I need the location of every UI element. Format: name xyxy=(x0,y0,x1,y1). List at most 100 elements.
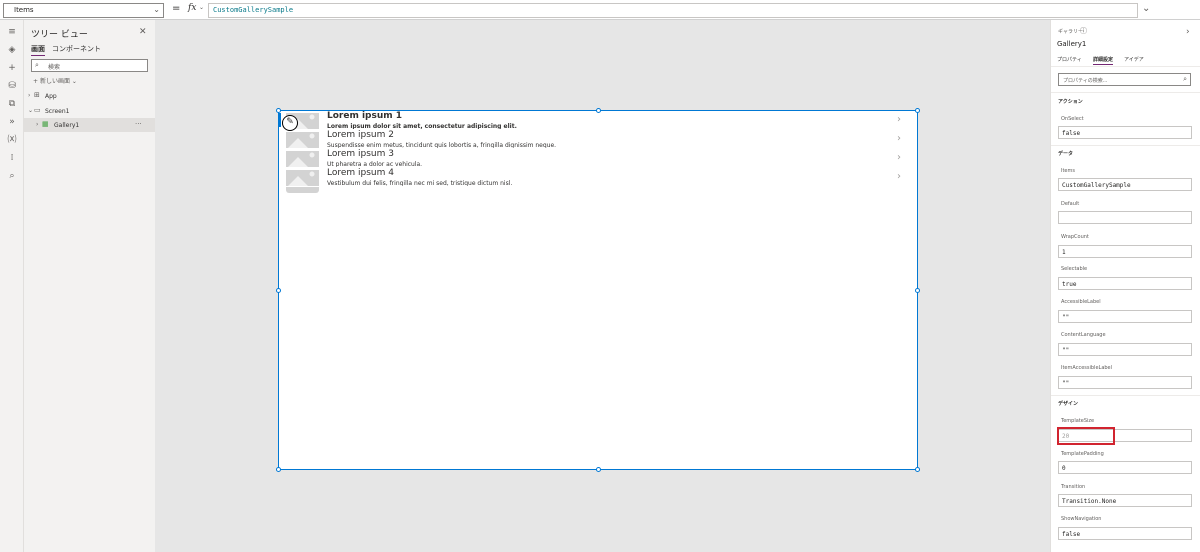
search-icon: ⌕ xyxy=(1183,75,1187,83)
tree-search-input[interactable]: ⌕ 検索 xyxy=(31,59,148,72)
plus-icon[interactable]: + xyxy=(6,62,18,74)
shownavigation-value: false xyxy=(1062,531,1081,538)
selectable-field[interactable]: true xyxy=(1058,277,1192,290)
label-contentlanguage: ContentLanguage xyxy=(1061,332,1106,338)
gallery-item[interactable]: Lorem ipsum 4 Vestibulum dui felis, frin… xyxy=(279,168,917,187)
property-dropdown-value: Items xyxy=(14,6,34,14)
accessiblelabel-field[interactable]: "" xyxy=(1058,310,1192,323)
gallery-item-title: Lorem ipsum 3 xyxy=(327,149,394,159)
label-onselect: OnSelect xyxy=(1061,116,1084,122)
chevron-right-icon[interactable]: › xyxy=(897,152,901,163)
gallery-item[interactable]: Lorem ipsum 2 Suspendisse enim metus, ti… xyxy=(279,130,917,149)
hamburger-menu-icon[interactable]: ≡ xyxy=(6,26,18,38)
gallery-item-subtitle: Suspendisse enim metus, tincidunt quis l… xyxy=(327,142,557,148)
contentlanguage-value: "" xyxy=(1062,347,1070,354)
resize-handle[interactable] xyxy=(915,108,920,113)
tab-ideas[interactable]: アイデア xyxy=(1124,56,1144,63)
section-action: アクション xyxy=(1058,99,1083,105)
screen-icon: ▭ xyxy=(34,106,41,114)
gallery-item[interactable]: Lorem ipsum 3 Ut pharetra a dolor ac veh… xyxy=(279,149,917,168)
new-screen-label: 新しい画面 xyxy=(39,78,70,85)
label-items: Items xyxy=(1061,168,1075,174)
database-icon[interactable]: ⛁ xyxy=(6,80,18,92)
image-placeholder xyxy=(286,170,319,186)
tree-item-label: Gallery1 xyxy=(54,122,80,129)
wrapcount-field[interactable]: 1 xyxy=(1058,245,1192,258)
divider xyxy=(1051,66,1200,67)
help-icon[interactable]: ⓘ xyxy=(1080,26,1087,36)
tab-screens[interactable]: 画面 xyxy=(31,44,45,56)
formula-input[interactable]: CustomGallerySample xyxy=(208,3,1138,18)
highlight-box xyxy=(1057,427,1115,445)
items-field[interactable]: CustomGallerySample xyxy=(1058,178,1192,191)
label-shownavigation: ShowNavigation xyxy=(1061,516,1102,522)
chevron-right-icon[interactable]: › xyxy=(28,92,30,99)
property-dropdown[interactable]: Items ⌄ xyxy=(3,3,164,18)
gallery-icon: ▦ xyxy=(42,120,49,128)
new-screen-button[interactable]: + 新しい画面 ⌄ xyxy=(33,76,77,85)
gallery-item-title: Lorem ipsum 4 xyxy=(327,168,394,178)
layers-icon[interactable]: ◈ xyxy=(6,44,18,56)
gallery-item-subtitle: Vestibulum dui felis, fringilla nec mi s… xyxy=(327,180,513,186)
itemaccessiblelabel-value: "" xyxy=(1062,380,1070,387)
label-wrapcount: WrapCount xyxy=(1061,234,1089,240)
chevron-right-icon[interactable]: › xyxy=(36,121,38,128)
label-selectable: Selectable xyxy=(1061,266,1088,272)
default-field[interactable] xyxy=(1058,211,1192,224)
chevron-right-icon[interactable]: › xyxy=(897,133,901,144)
fx-chevron-icon[interactable]: ⌄ xyxy=(199,4,204,11)
chevron-down-icon: ⌄ xyxy=(153,5,160,14)
label-transition: Transition xyxy=(1061,484,1086,490)
wrapcount-value: 1 xyxy=(1062,249,1066,256)
chevron-right-icon[interactable]: › xyxy=(897,114,901,125)
onselect-field[interactable]: false xyxy=(1058,126,1192,139)
image-placeholder xyxy=(286,151,319,167)
resize-handle[interactable] xyxy=(276,467,281,472)
contentlanguage-field[interactable]: "" xyxy=(1058,343,1192,356)
resize-handle[interactable] xyxy=(276,288,281,293)
variables-icon[interactable]: ⒳ xyxy=(6,134,18,146)
resize-handle[interactable] xyxy=(915,288,920,293)
tree-item-label: App xyxy=(45,93,57,100)
tab-advanced[interactable]: 詳細設定 xyxy=(1093,56,1114,65)
tab-components[interactable]: コンポーネント xyxy=(52,44,101,54)
chevron-down-icon[interactable]: ⌄ xyxy=(28,107,33,114)
formula-bar: Items ⌄ = fx ⌄ CustomGallerySample ⌄ xyxy=(0,0,1200,20)
properties-panel: ギャラリー ⓘ Gallery1 › プロパティ 詳細設定 アイデア プロパティ… xyxy=(1050,20,1200,552)
equals-sign: = xyxy=(172,3,181,14)
property-search-input[interactable]: プロパティの検索... ⌕ xyxy=(1058,73,1191,86)
resize-handle[interactable] xyxy=(915,467,920,472)
divider xyxy=(1051,395,1200,396)
chevron-right-icon[interactable]: › xyxy=(1186,27,1190,37)
tree-item-gallery1[interactable]: › ▦ Gallery1 ··· xyxy=(24,118,155,132)
gallery-item[interactable]: Lorem ipsum 1 Lorem ipsum dolor sit amet… xyxy=(279,111,917,130)
tab-properties[interactable]: プロパティ xyxy=(1057,56,1082,63)
resize-handle[interactable] xyxy=(596,467,601,472)
itemaccessiblelabel-field[interactable]: "" xyxy=(1058,376,1192,389)
gallery-control[interactable]: Lorem ipsum 1 Lorem ipsum dolor sit amet… xyxy=(278,110,918,470)
resize-handle[interactable] xyxy=(276,108,281,113)
templatepadding-value: 0 xyxy=(1062,465,1066,472)
search-icon[interactable]: ⌕ xyxy=(6,170,18,182)
tree-search-placeholder: 検索 xyxy=(48,64,61,71)
fx-icon[interactable]: fx xyxy=(188,3,196,13)
transition-field[interactable]: Transition.None xyxy=(1058,494,1192,507)
tree-view-title: ツリー ビュー xyxy=(31,30,88,40)
edit-pencil-icon[interactable]: ✎ xyxy=(282,115,298,131)
media-icon[interactable]: ⧉ xyxy=(6,98,18,110)
shownavigation-field[interactable]: false xyxy=(1058,527,1192,540)
close-icon[interactable]: ✕ xyxy=(139,27,147,37)
tree-item-screen1[interactable]: ⌄ ▭ Screen1 xyxy=(24,104,155,118)
resize-handle[interactable] xyxy=(596,108,601,113)
more-options-icon[interactable]: ··· xyxy=(135,120,142,128)
chevron-right-icon[interactable]: › xyxy=(897,171,901,182)
templatepadding-field[interactable]: 0 xyxy=(1058,461,1192,474)
expand-formula-icon[interactable]: ⌄ xyxy=(1142,3,1150,14)
search-icon: ⌕ xyxy=(35,61,39,69)
items-value: CustomGallerySample xyxy=(1062,182,1131,189)
tree-item-app[interactable]: › ⊞ App xyxy=(24,89,155,103)
gallery-item-title: Lorem ipsum 1 xyxy=(327,111,403,121)
tools-icon[interactable]: ⁞ xyxy=(6,152,18,164)
power-automate-icon[interactable]: » xyxy=(6,116,18,128)
tree-item-label: Screen1 xyxy=(45,108,70,115)
